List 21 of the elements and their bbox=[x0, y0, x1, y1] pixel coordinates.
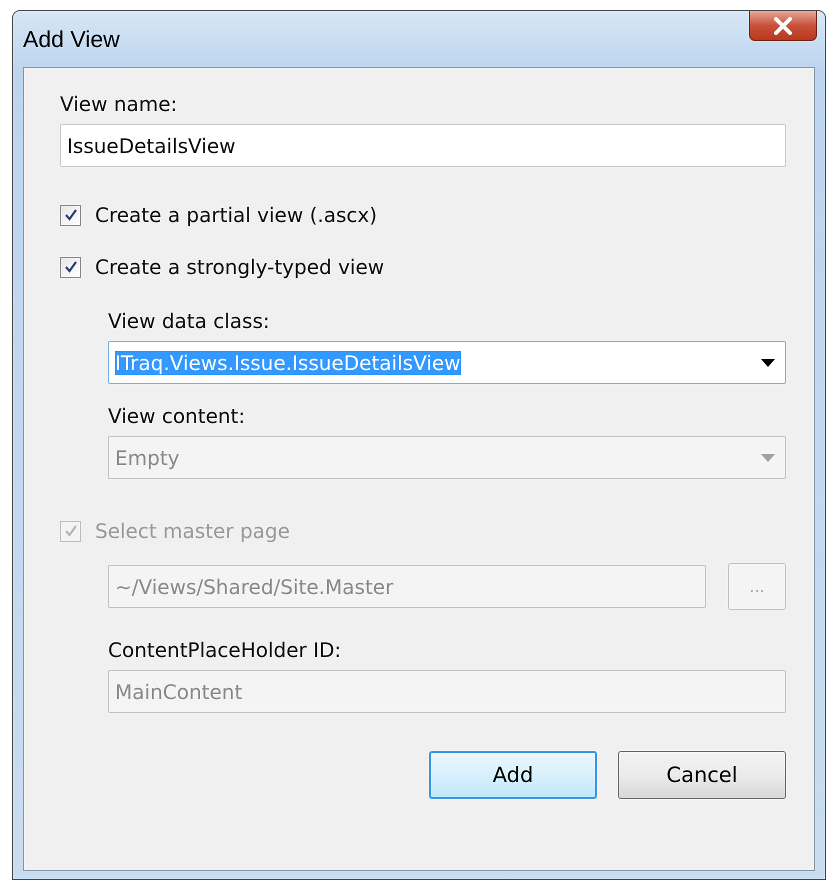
field-label: View data class: bbox=[108, 309, 271, 333]
checkbox-label: Select master page bbox=[95, 519, 290, 543]
caret-icon bbox=[761, 454, 775, 462]
caret-icon bbox=[761, 358, 775, 366]
checkbox[interactable] bbox=[60, 204, 81, 226]
field-label: View content: bbox=[108, 404, 246, 428]
checkmark-icon bbox=[62, 207, 78, 223]
window-title: Add View bbox=[23, 26, 120, 53]
close-icon bbox=[773, 16, 793, 34]
field-label: View name: bbox=[60, 92, 178, 116]
add-button[interactable]: Add bbox=[429, 751, 597, 799]
checkbox[interactable] bbox=[60, 256, 81, 278]
checkbox-label: Create a partial view (.ascx) bbox=[95, 203, 378, 227]
checkmark-icon bbox=[62, 259, 78, 275]
cancel-button[interactable]: Cancel bbox=[618, 751, 786, 799]
checkbox-label: Create a strongly-typed view bbox=[95, 255, 384, 279]
view-name-field[interactable]: IssueDetailsView bbox=[60, 124, 786, 167]
close-button[interactable] bbox=[749, 11, 817, 41]
field-label: ContentPlaceHolder ID: bbox=[108, 638, 342, 662]
view-data-class-dropdown[interactable]: ITraq.Views.Issue.IssueDetailsView bbox=[108, 341, 786, 384]
checkmark-icon bbox=[62, 523, 78, 539]
